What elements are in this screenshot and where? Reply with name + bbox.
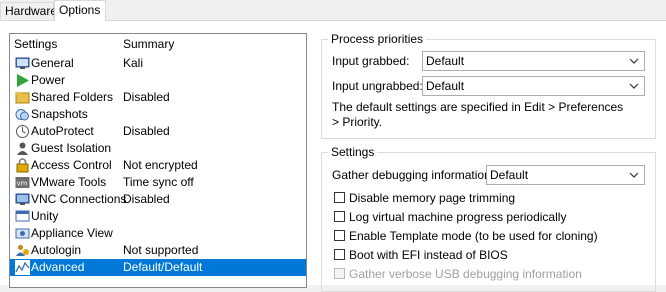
list-item-autoprotect[interactable]: AutoProtect Disabled [10, 123, 306, 140]
list-item-snapshots[interactable]: Snapshots [10, 106, 306, 123]
guest-isolation-icon [17, 142, 28, 155]
checkbox-box [334, 192, 345, 203]
list-item-autologin[interactable]: Autologin Not supported [10, 242, 306, 259]
tab-options[interactable]: Options [54, 0, 106, 21]
svg-text:vm: vm [17, 180, 28, 188]
column-header-settings[interactable]: Settings [14, 36, 57, 52]
autoprotect-icon [16, 125, 29, 138]
advanced-icon [15, 260, 30, 275]
chevron-down-icon [629, 58, 639, 64]
list-item-appliance-view[interactable]: Appliance View [10, 225, 306, 242]
autologin-icon [16, 245, 29, 256]
access-control-icon [16, 158, 29, 173]
checkbox-box [334, 249, 345, 260]
process-priorities-title: Process priorities [328, 32, 427, 46]
input-ungrabbed-label: Input ungrabbed: [332, 79, 423, 93]
checkbox-box [334, 230, 345, 241]
list-item-advanced[interactable]: Advanced Default/Default [10, 259, 306, 276]
tab-hardware[interactable]: Hardware [0, 2, 57, 19]
debug-info-label: Gather debugging information: [332, 168, 495, 182]
list-item-power[interactable]: Power [10, 72, 306, 89]
priority-note: The default settings are specified in Ed… [332, 100, 624, 129]
appliance-view-icon [15, 228, 30, 239]
list-item-vmware-tools[interactable]: vm VMware Tools Time sync off [10, 174, 306, 191]
process-priorities-group: Process priorities Input grabbed: Defaul… [321, 32, 656, 139]
list-item-general[interactable]: General Kali [10, 55, 306, 72]
list-item-access-control[interactable]: Access Control Not encrypted [10, 157, 306, 174]
tab-strip: Hardware Options [0, 0, 666, 21]
chevron-down-icon [629, 172, 639, 178]
vnc-icon [15, 193, 30, 205]
list-item-shared-folders[interactable]: Shared Folders Disabled [10, 89, 306, 106]
list-header: Settings Summary [10, 36, 306, 52]
options-panel: Settings Summary General Kali Power Shar… [0, 20, 666, 292]
power-play-icon [17, 74, 29, 87]
list-item-guest-isolation[interactable]: Guest Isolation [10, 140, 306, 157]
snapshots-icon [15, 109, 29, 121]
shared-folders-icon [15, 92, 30, 104]
chevron-down-icon [629, 83, 639, 89]
general-icon [15, 57, 30, 69]
list-item-unity[interactable]: Unity [10, 208, 306, 225]
list-item-vnc-connections[interactable]: VNC Connections Disabled [10, 191, 306, 208]
settings-list[interactable]: Settings Summary General Kali Power Shar… [9, 33, 307, 288]
input-ungrabbed-select[interactable]: Default [422, 76, 645, 96]
column-header-summary[interactable]: Summary [123, 36, 174, 52]
input-grabbed-select[interactable]: Default [422, 51, 645, 71]
settings-group: Settings Gather debugging information: D… [321, 145, 656, 292]
debug-info-select[interactable]: Default [486, 165, 645, 185]
unity-icon [15, 210, 30, 222]
settings-group-title: Settings [328, 145, 378, 159]
checkbox-box [334, 211, 345, 222]
input-grabbed-label: Input grabbed: [332, 54, 410, 68]
vmware-tools-icon: vm [15, 177, 30, 188]
checkbox-box [334, 268, 345, 279]
